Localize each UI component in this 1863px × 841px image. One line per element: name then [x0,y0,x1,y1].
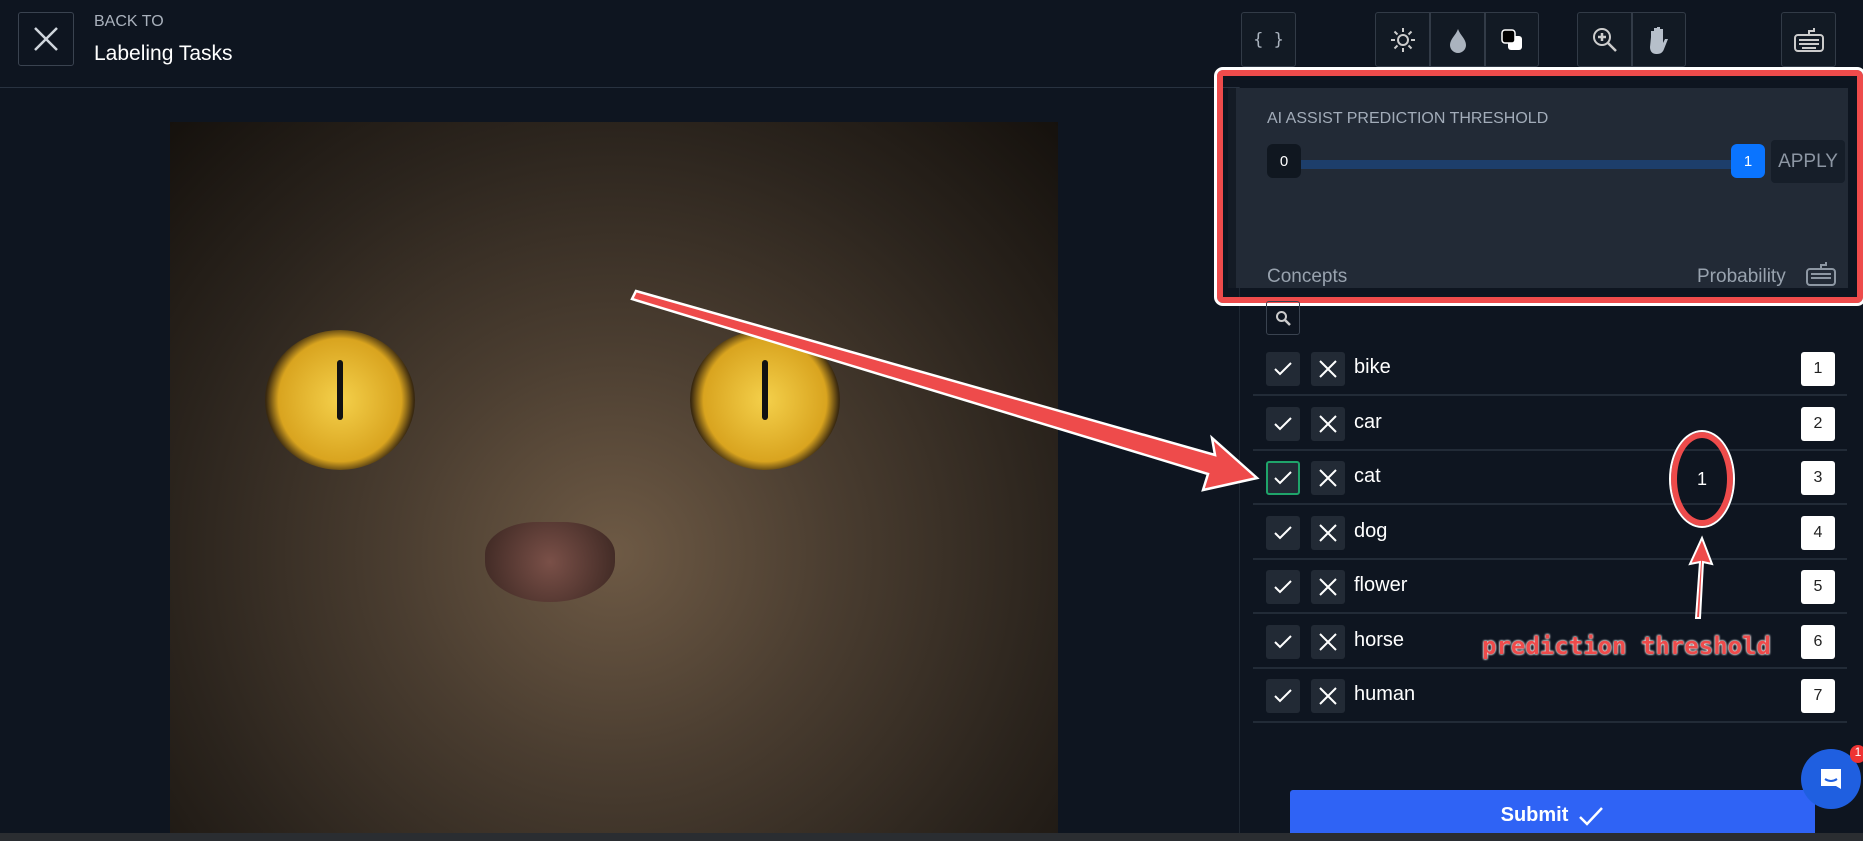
concept-row-human: human 7 [1253,669,1847,723]
check-icon [1274,525,1292,539]
accept-concept-button[interactable] [1266,570,1300,604]
back-to-label: BACK TO [94,13,164,30]
code-braces-icon: { } [1253,29,1284,50]
invert-button[interactable] [1485,12,1539,67]
reject-concept-button[interactable] [1311,570,1345,604]
search-icon [1276,311,1291,326]
keyboard-icon[interactable] [1806,262,1836,286]
concept-row-car: car 2 [1253,397,1847,451]
cat-eye-right [690,330,840,470]
concept-hotkey: 2 [1801,406,1835,441]
check-icon [1274,689,1292,703]
saturation-button[interactable] [1430,12,1485,67]
concept-hotkey: 3 [1801,461,1835,495]
concept-row-flower: flower 5 [1253,560,1847,614]
concept-row-dog: dog 4 [1253,506,1847,560]
reject-concept-button[interactable] [1311,352,1345,386]
accept-concept-button[interactable] [1266,352,1300,386]
cat-eye-left [265,330,415,470]
concept-hotkey: 7 [1801,679,1835,713]
concept-search-button[interactable] [1266,301,1300,335]
reject-concept-button[interactable] [1311,406,1345,441]
check-icon [1274,416,1292,430]
pan-button[interactable] [1632,12,1686,67]
accept-concept-button[interactable] [1266,679,1300,713]
x-icon [1319,414,1337,433]
invert-icon [1501,28,1522,50]
concept-hotkey: 6 [1801,624,1835,659]
json-button[interactable]: { } [1241,12,1296,67]
concept-label: bike [1354,356,1391,378]
hand-pan-icon [1650,26,1668,54]
concept-label: cat [1354,465,1381,487]
check-icon [1274,362,1292,376]
submit-label: Submit [1500,804,1569,826]
x-icon [1319,687,1337,705]
concept-row-bike: bike 1 [1253,342,1847,396]
accept-concept-button[interactable] [1266,624,1300,659]
annotation-label: prediction threshold [1482,632,1771,660]
chat-icon [1821,769,1841,789]
task-image-cat[interactable] [170,122,1058,841]
checkmark-icon [1579,806,1604,826]
close-icon [34,27,58,51]
x-icon [1319,360,1337,378]
concept-row-cat: cat 3 [1253,451,1847,505]
accept-concept-button[interactable] [1266,406,1300,441]
concept-label: car [1354,410,1382,433]
chat-notification-badge: 1 [1850,745,1863,763]
concept-label: flower [1354,574,1408,596]
keyboard-icon [1793,27,1824,52]
concept-hotkey: 5 [1801,570,1835,604]
cat-nose [485,522,615,602]
x-icon [1319,523,1337,542]
header-divider [0,87,1239,88]
concept-label: dog [1354,519,1388,542]
check-icon [1274,580,1292,594]
zoom-in-icon [1592,27,1617,52]
reject-concept-button[interactable] [1311,679,1345,713]
concept-hotkey: 4 [1801,515,1835,550]
accept-concept-button[interactable] [1266,461,1300,495]
reject-concept-button[interactable] [1311,515,1345,550]
close-button[interactable] [18,12,74,66]
saturation-icon [1449,28,1466,53]
cat-probability: 1 [1669,430,1735,528]
check-icon [1274,471,1292,485]
concepts-header: Concepts [1267,266,1348,287]
reject-concept-button[interactable] [1311,461,1345,495]
x-icon [1319,632,1337,651]
concept-hotkey: 1 [1801,352,1835,386]
keyboard-shortcuts-button[interactable] [1781,12,1836,67]
probability-header: Probability [1697,266,1786,287]
x-icon [1319,578,1337,596]
accept-concept-button[interactable] [1266,515,1300,550]
reject-concept-button[interactable] [1311,624,1345,659]
check-icon [1274,634,1292,648]
brightness-icon [1390,27,1415,52]
x-icon [1319,469,1337,487]
brightness-button[interactable] [1375,12,1430,67]
back-to-link[interactable]: Labeling Tasks [94,42,233,66]
concept-label: human [1354,683,1416,705]
concept-label: horse [1354,628,1405,651]
bottom-bar [0,833,1863,841]
zoom-button[interactable] [1577,12,1632,67]
